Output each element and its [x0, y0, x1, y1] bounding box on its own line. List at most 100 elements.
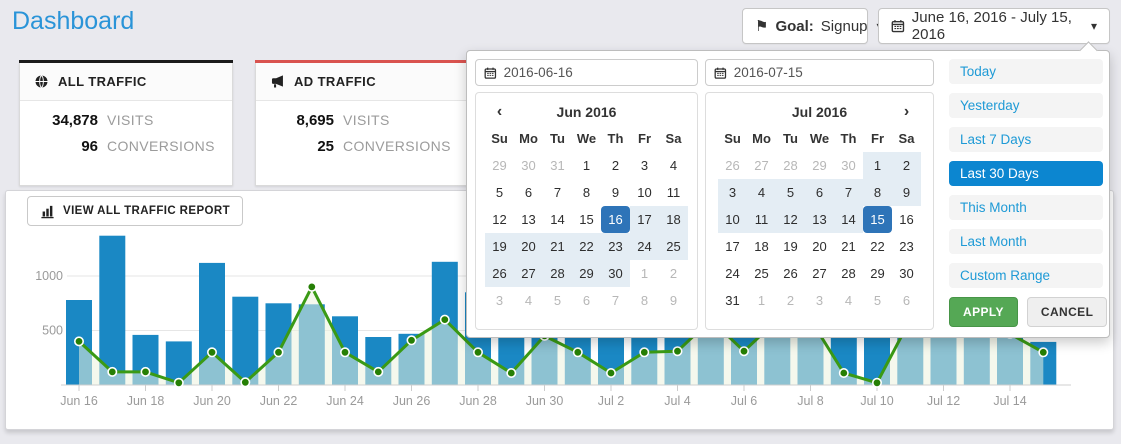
calendar-day[interactable]: 11: [659, 179, 688, 206]
calendar-day[interactable]: 30: [892, 260, 921, 287]
calendar-day[interactable]: 31: [543, 152, 572, 179]
calendar-day[interactable]: 27: [514, 260, 543, 287]
calendar-day[interactable]: 3: [630, 152, 659, 179]
preset-item-this-month[interactable]: This Month: [949, 195, 1103, 220]
calendar-day[interactable]: 9: [892, 179, 921, 206]
calendar-day[interactable]: 8: [572, 179, 601, 206]
calendar-day[interactable]: 29: [805, 152, 834, 179]
calendar-day[interactable]: 1: [572, 152, 601, 179]
calendar-day[interactable]: 11: [747, 206, 776, 233]
calendar-day[interactable]: 7: [543, 179, 572, 206]
preset-item-last-30-days[interactable]: Last 30 Days: [949, 161, 1103, 186]
calendar-day[interactable]: 20: [805, 233, 834, 260]
calendar-day[interactable]: 17: [630, 206, 659, 233]
calendar-day[interactable]: 7: [834, 179, 863, 206]
calendar-day[interactable]: 1: [863, 152, 892, 179]
preset-item-last-7-days[interactable]: Last 7 Days: [949, 127, 1103, 152]
calendar-day[interactable]: 4: [834, 287, 863, 314]
calendar-day[interactable]: 29: [485, 152, 514, 179]
calendar-day[interactable]: 16: [601, 206, 630, 233]
calendar-day[interactable]: 8: [630, 287, 659, 314]
calendar-day[interactable]: 17: [718, 233, 747, 260]
calendar-day[interactable]: 30: [834, 152, 863, 179]
calendar-day[interactable]: 14: [834, 206, 863, 233]
calendar-day[interactable]: 23: [892, 233, 921, 260]
calendar-day[interactable]: 30: [514, 152, 543, 179]
calendar-day[interactable]: 26: [776, 260, 805, 287]
calendar-day[interactable]: 1: [630, 260, 659, 287]
calendar-day[interactable]: 15: [863, 206, 892, 233]
calendar-day[interactable]: 5: [485, 179, 514, 206]
calendar-day[interactable]: 4: [659, 152, 688, 179]
cancel-button[interactable]: CANCEL: [1027, 297, 1107, 327]
preset-item-custom-range[interactable]: Custom Range: [949, 263, 1103, 288]
calendar-day[interactable]: 6: [805, 179, 834, 206]
apply-button[interactable]: APPLY: [949, 297, 1018, 327]
calendar-day[interactable]: 7: [601, 287, 630, 314]
calendar-day[interactable]: 24: [630, 233, 659, 260]
calendar-day[interactable]: 29: [572, 260, 601, 287]
calendar-day[interactable]: 4: [514, 287, 543, 314]
calendar-day[interactable]: 28: [834, 260, 863, 287]
calendar-day[interactable]: 13: [514, 206, 543, 233]
calendar-day[interactable]: 5: [543, 287, 572, 314]
calendar-day[interactable]: 1: [747, 287, 776, 314]
calendar-day[interactable]: 19: [485, 233, 514, 260]
calendar-day[interactable]: 2: [659, 260, 688, 287]
next-month-icon[interactable]: ›: [892, 98, 921, 125]
calendar-day[interactable]: 10: [718, 206, 747, 233]
calendar-day[interactable]: 9: [601, 179, 630, 206]
calendar-day[interactable]: 21: [834, 233, 863, 260]
calendar-day[interactable]: 19: [776, 233, 805, 260]
calendar-day[interactable]: 5: [776, 179, 805, 206]
start-date-input[interactable]: [504, 65, 689, 80]
calendar-day[interactable]: 8: [863, 179, 892, 206]
calendar-day[interactable]: 28: [543, 260, 572, 287]
calendar-day[interactable]: 12: [776, 206, 805, 233]
calendar-day[interactable]: 29: [863, 260, 892, 287]
view-all-traffic-report-button[interactable]: VIEW ALL TRAFFIC REPORT: [27, 196, 243, 226]
calendar-day[interactable]: 13: [805, 206, 834, 233]
calendar-day[interactable]: 30: [601, 260, 630, 287]
calendar-day[interactable]: 3: [718, 179, 747, 206]
calendar-day[interactable]: 15: [572, 206, 601, 233]
calendar-day[interactable]: 9: [659, 287, 688, 314]
calendar-day[interactable]: 23: [601, 233, 630, 260]
calendar-day[interactable]: 2: [776, 287, 805, 314]
calendar-day[interactable]: 26: [718, 152, 747, 179]
calendar-day[interactable]: 18: [659, 206, 688, 233]
calendar-day[interactable]: 2: [601, 152, 630, 179]
calendar-day[interactable]: 12: [485, 206, 514, 233]
calendar-day[interactable]: 6: [572, 287, 601, 314]
calendar-day[interactable]: 6: [892, 287, 921, 314]
calendar-day[interactable]: 4: [747, 179, 776, 206]
calendar-day[interactable]: 31: [718, 287, 747, 314]
calendar-day[interactable]: 3: [485, 287, 514, 314]
preset-item-last-month[interactable]: Last Month: [949, 229, 1103, 254]
calendar-day[interactable]: 27: [805, 260, 834, 287]
calendar-day[interactable]: 2: [892, 152, 921, 179]
calendar-day[interactable]: 3: [805, 287, 834, 314]
prev-month-icon[interactable]: ‹: [485, 98, 514, 125]
calendar-day[interactable]: 22: [572, 233, 601, 260]
end-date-input[interactable]: [734, 65, 925, 80]
calendar-day[interactable]: 21: [543, 233, 572, 260]
calendar-day[interactable]: 5: [863, 287, 892, 314]
calendar-day[interactable]: 16: [892, 206, 921, 233]
calendar-day[interactable]: 28: [776, 152, 805, 179]
preset-item-today[interactable]: Today: [949, 59, 1103, 84]
calendar-day[interactable]: 14: [543, 206, 572, 233]
calendar-day[interactable]: 10: [630, 179, 659, 206]
calendar-day[interactable]: 26: [485, 260, 514, 287]
goal-dropdown-button[interactable]: ⚑ Goal: Signup ▾: [742, 8, 868, 44]
calendar-day[interactable]: 20: [514, 233, 543, 260]
calendar-day[interactable]: 24: [718, 260, 747, 287]
calendar-day[interactable]: 25: [747, 260, 776, 287]
preset-item-yesterday[interactable]: Yesterday: [949, 93, 1103, 118]
calendar-day[interactable]: 18: [747, 233, 776, 260]
date-range-dropdown-button[interactable]: June 16, 2016 - July 15, 2016 ▾: [878, 8, 1110, 44]
calendar-day[interactable]: 6: [514, 179, 543, 206]
calendar-day[interactable]: 27: [747, 152, 776, 179]
calendar-day[interactable]: 22: [863, 233, 892, 260]
calendar-day[interactable]: 25: [659, 233, 688, 260]
